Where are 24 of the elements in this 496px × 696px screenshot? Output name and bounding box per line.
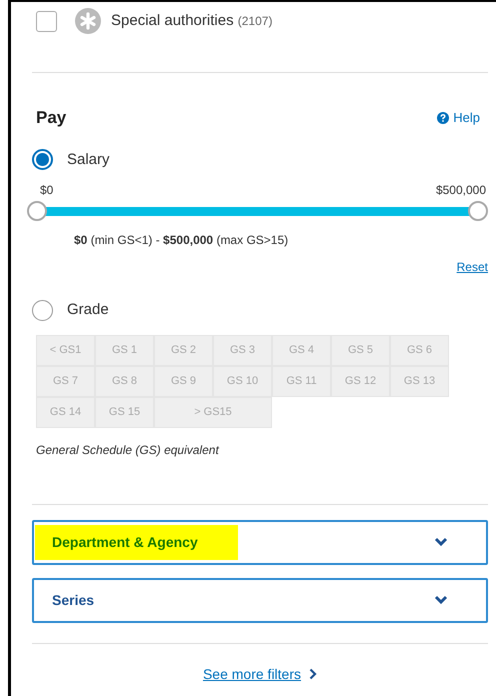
radio-label: Salary — [67, 150, 110, 170]
slider-thumb[interactable] — [468, 201, 488, 221]
salary-range-text: $0 (min GS<1) - $500,000 (max GS>15) — [74, 232, 288, 249]
slider-min-label: $0 — [40, 182, 54, 199]
radio-button[interactable] — [32, 300, 53, 321]
accordion-header[interactable]: Department & Agency — [32, 520, 488, 564]
slider-max-label: $500,000 — [436, 182, 486, 199]
chevron-icon — [309, 668, 318, 680]
caption: General Schedule (GS) equivalent — [36, 442, 219, 458]
slider-thumb[interactable] — [27, 201, 47, 221]
section-title: Pay — [36, 107, 66, 129]
chevron-icon — [434, 537, 448, 547]
range-slider[interactable] — [27, 201, 488, 221]
asterisk-icon — [75, 8, 101, 34]
accordion-header[interactable]: Series — [32, 578, 488, 622]
radio-label: Grade — [67, 300, 109, 320]
checkbox-label: Special authorities (2107) — [111, 10, 272, 31]
chevron-icon — [434, 595, 448, 605]
see-more-filters-link[interactable]: See more filters — [202, 664, 318, 684]
checkbox[interactable] — [36, 10, 57, 32]
radio-button[interactable] — [32, 149, 53, 170]
reset-link[interactable]: Reset — [456, 260, 488, 274]
help-icon — [437, 112, 450, 124]
help-link[interactable]: Help — [437, 108, 480, 128]
